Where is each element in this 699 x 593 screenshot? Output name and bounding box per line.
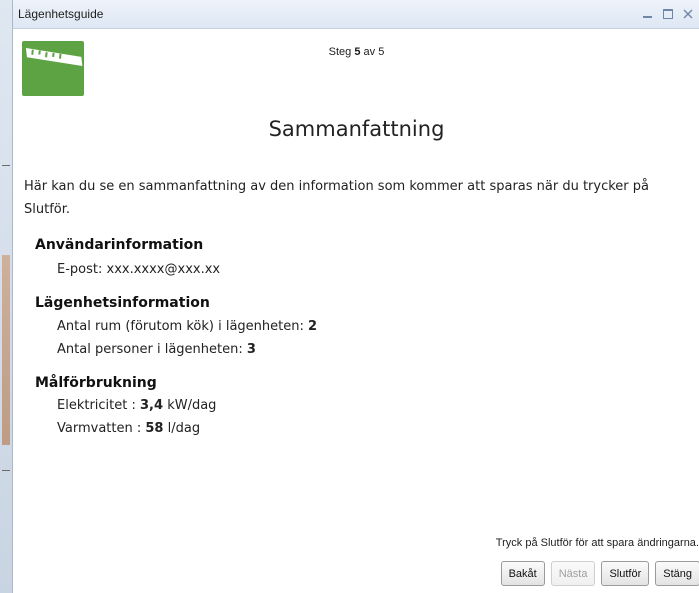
title-bar[interactable]: Lägenhetsguide — [13, 0, 699, 29]
section-apartment-info-title: Lägenhetsinformation — [35, 295, 210, 311]
step-current: 5 — [354, 46, 361, 58]
section-target-consumption-title: Målförbrukning — [35, 375, 157, 391]
electricity-row: Elektricitet : 3,4 kW/dag — [57, 398, 216, 413]
back-button[interactable]: Bakåt — [500, 561, 545, 586]
hotwater-row: Varmvatten : 58 l/dag — [57, 421, 200, 436]
step-indicator: Steg 5 av 5 — [13, 46, 699, 58]
persons-label: Antal personer i lägenheten: — [57, 342, 243, 357]
hotwater-value: 58 — [145, 421, 164, 436]
page-title: Sammanfattning — [268, 117, 445, 141]
step-total: 5 — [378, 46, 385, 58]
electricity-value: 3,4 — [140, 398, 164, 413]
hotwater-label: Varmvatten : — [57, 421, 142, 436]
wizard-window: Lägenhetsguide Steg 5 av 5 Sammanfattnin… — [12, 0, 699, 593]
window-controls — [639, 6, 699, 22]
desktop-background — [0, 0, 12, 593]
next-button[interactable]: Nästa — [550, 561, 596, 586]
close-icon[interactable] — [679, 6, 696, 22]
finish-button[interactable]: Slutför — [601, 561, 650, 586]
intro-text: Här kan du se en sammanfattning av den i… — [24, 179, 650, 217]
email-row: E-post: xxx.xxxx@xxx.xx — [57, 262, 220, 277]
section-user-info-title: Användarinformation — [35, 237, 204, 253]
minimize-icon[interactable] — [639, 6, 656, 22]
wizard-buttons: Bakåt Nästa Slutför Stäng — [500, 561, 699, 586]
step-middle: av — [363, 46, 376, 58]
window-title: Lägenhetsguide — [18, 7, 104, 21]
step-prefix: Steg — [328, 46, 352, 58]
persons-value: 3 — [246, 342, 256, 357]
persons-row: Antal personer i lägenheten: 3 — [57, 342, 256, 357]
hotwater-unit: l/dag — [167, 421, 201, 436]
rooms-label: Antal rum (förutom kök) i lägenheten: — [57, 319, 304, 334]
email-value: xxx.xxxx@xxx.xx — [106, 262, 221, 277]
maximize-icon[interactable] — [659, 6, 676, 22]
rooms-row: Antal rum (förutom kök) i lägenheten: 2 — [57, 319, 317, 334]
close-button[interactable]: Stäng — [655, 561, 699, 586]
rooms-value: 2 — [308, 319, 318, 334]
save-hint: Tryck på Slutför för att spara ändringar… — [495, 537, 699, 549]
electricity-unit: kW/dag — [167, 398, 217, 413]
email-label: E-post: — [57, 262, 103, 277]
wizard-header: Steg 5 av 5 — [13, 29, 699, 96]
electricity-label: Elektricitet : — [57, 398, 136, 413]
